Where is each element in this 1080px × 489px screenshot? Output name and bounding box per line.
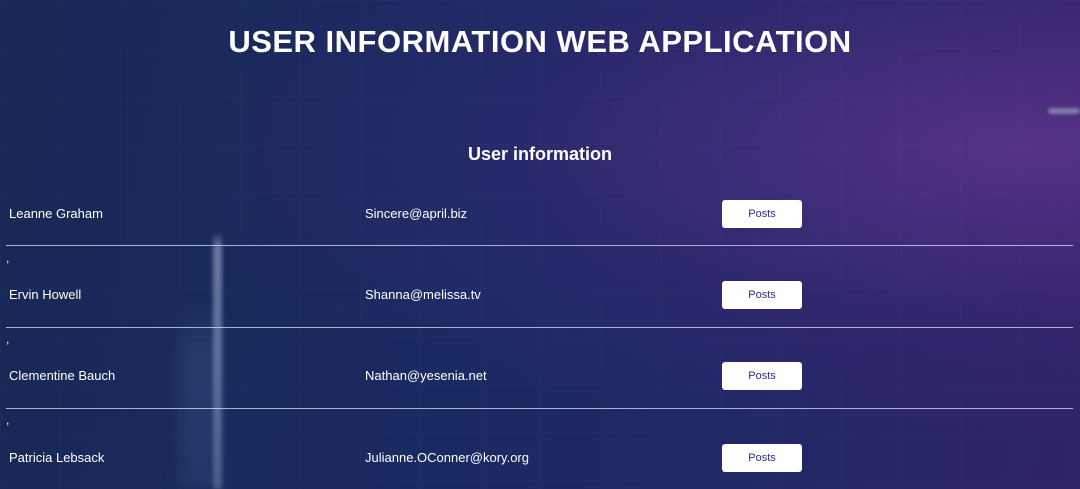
posts-button[interactable]: Posts	[722, 281, 802, 309]
user-row: Clementine Bauch Nathan@yesenia.net Post…	[6, 361, 1073, 391]
user-email: Sincere@april.biz	[365, 206, 468, 221]
user-name: Ervin Howell	[9, 287, 82, 302]
user-email: Nathan@yesenia.net	[365, 368, 487, 383]
user-name: Patricia Lebsack	[9, 450, 105, 465]
user-list: Leanne Graham Sincere@april.biz Posts , …	[6, 0, 1073, 489]
app-container: USER INFORMATION WEB APPLICATION User in…	[0, 0, 1080, 489]
row-separator: ,	[6, 413, 10, 427]
user-email: Shanna@melissa.tv	[365, 287, 481, 302]
row-divider	[6, 408, 1073, 409]
user-row: Leanne Graham Sincere@april.biz Posts	[6, 199, 1073, 229]
user-row: Ervin Howell Shanna@melissa.tv Posts	[6, 280, 1073, 310]
posts-button[interactable]: Posts	[722, 200, 802, 228]
user-email: Julianne.OConner@kory.org	[365, 450, 529, 465]
posts-button[interactable]: Posts	[722, 362, 802, 390]
row-divider	[6, 245, 1073, 246]
row-separator: ,	[6, 332, 10, 346]
row-separator: ,	[6, 251, 10, 265]
user-row: Patricia Lebsack Julianne.OConner@kory.o…	[6, 443, 1073, 473]
posts-button[interactable]: Posts	[722, 444, 802, 472]
user-name: Clementine Bauch	[9, 368, 116, 383]
user-name: Leanne Graham	[9, 206, 103, 221]
row-divider	[6, 327, 1073, 328]
